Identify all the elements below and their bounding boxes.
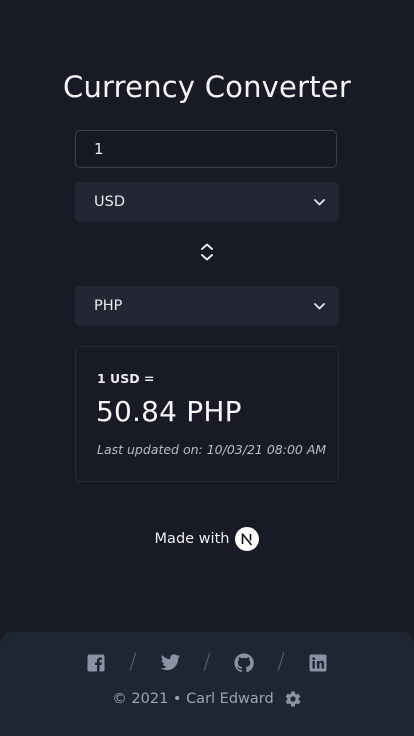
conversion-result-card: 1 USD = 50.84 PHP Last updated on: 10/03… bbox=[75, 346, 339, 482]
currency-converter-page: Currency Converter USD PHP 1 USD = 50.84… bbox=[0, 0, 414, 736]
amount-input[interactable] bbox=[75, 130, 337, 168]
nextjs-logo-icon[interactable] bbox=[235, 527, 260, 551]
gear-icon[interactable] bbox=[284, 690, 302, 708]
facebook-icon[interactable] bbox=[85, 652, 107, 674]
swap-vertical-icon bbox=[200, 243, 214, 265]
chevron-down-icon bbox=[313, 196, 325, 208]
linkedin-icon[interactable] bbox=[307, 652, 329, 674]
chevron-down-icon bbox=[313, 300, 325, 312]
page-title: Currency Converter bbox=[63, 70, 351, 104]
to-currency-select[interactable]: PHP bbox=[75, 286, 339, 326]
converted-value: 50.84 PHP bbox=[96, 395, 242, 428]
made-with-credit: Made with bbox=[0, 527, 414, 551]
rate-label: 1 USD = bbox=[97, 371, 155, 386]
copyright: © 2021 • Carl Edward bbox=[0, 690, 414, 708]
swap-currencies-button[interactable] bbox=[197, 243, 217, 265]
made-with-label: Made with bbox=[154, 531, 230, 547]
to-currency-value: PHP bbox=[94, 298, 123, 314]
separator: / bbox=[203, 650, 211, 675]
from-currency-value: USD bbox=[94, 194, 125, 210]
separator: / bbox=[277, 650, 285, 675]
separator: / bbox=[129, 650, 137, 675]
last-updated-text: Last updated on: 10/03/21 08:00 AM bbox=[97, 442, 327, 457]
copyright-text: © 2021 • Carl Edward bbox=[112, 691, 274, 707]
twitter-icon[interactable] bbox=[159, 652, 181, 674]
social-links: / / / bbox=[0, 650, 414, 675]
github-icon[interactable] bbox=[233, 652, 255, 674]
from-currency-select[interactable]: USD bbox=[75, 182, 339, 222]
footer: / / / © 2021 • Carl Edward bbox=[0, 632, 414, 736]
